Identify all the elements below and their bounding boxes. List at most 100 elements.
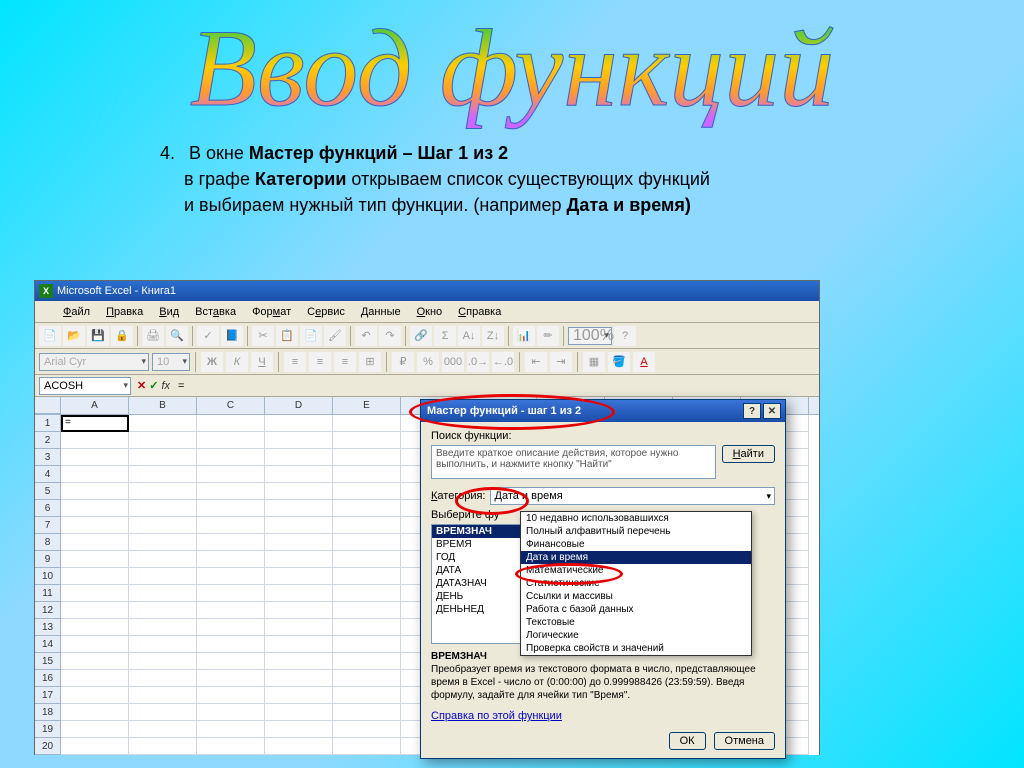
cell[interactable]: [129, 517, 197, 534]
menu-view[interactable]: Вид: [153, 304, 185, 320]
cell[interactable]: [61, 432, 129, 449]
cell[interactable]: [129, 738, 197, 755]
cell[interactable]: [265, 483, 333, 500]
menu-edit[interactable]: Правка: [100, 304, 149, 320]
cell[interactable]: [333, 738, 401, 755]
col-header[interactable]: E: [333, 397, 401, 414]
col-header[interactable]: D: [265, 397, 333, 414]
cell[interactable]: [265, 738, 333, 755]
cell[interactable]: [61, 466, 129, 483]
dropdown-item[interactable]: Математические: [521, 564, 751, 577]
underline-icon[interactable]: Ч: [251, 352, 273, 372]
cell[interactable]: [265, 432, 333, 449]
cell[interactable]: [197, 415, 265, 432]
cell[interactable]: [265, 721, 333, 738]
increase-decimal-icon[interactable]: .0→: [467, 352, 489, 372]
cell[interactable]: [197, 721, 265, 738]
row-header[interactable]: 4: [35, 466, 61, 483]
cell[interactable]: [61, 653, 129, 670]
cell[interactable]: [61, 602, 129, 619]
font-size-combo[interactable]: 10: [152, 353, 190, 371]
preview-icon[interactable]: 🔍: [166, 326, 188, 346]
row-header[interactable]: 10: [35, 568, 61, 585]
search-input[interactable]: Введите краткое описание действия, котор…: [431, 445, 716, 479]
cell[interactable]: [265, 500, 333, 517]
row-header[interactable]: 2: [35, 432, 61, 449]
research-icon[interactable]: 📘: [221, 326, 243, 346]
category-dropdown[interactable]: 10 недавно использовавшихсяПолный алфави…: [520, 511, 752, 656]
cell[interactable]: [129, 432, 197, 449]
align-left-icon[interactable]: ≡: [284, 352, 306, 372]
cell[interactable]: [265, 449, 333, 466]
cell[interactable]: [265, 517, 333, 534]
cell[interactable]: [61, 704, 129, 721]
cell[interactable]: [129, 534, 197, 551]
new-icon[interactable]: 📄: [39, 326, 61, 346]
help-link[interactable]: Справка по этой функции: [431, 710, 562, 722]
cell[interactable]: [197, 517, 265, 534]
row-header[interactable]: 14: [35, 636, 61, 653]
cell[interactable]: [197, 738, 265, 755]
cell[interactable]: [197, 500, 265, 517]
autosum-icon[interactable]: Σ: [434, 326, 456, 346]
print-icon[interactable]: 🖨: [142, 326, 164, 346]
decrease-decimal-icon[interactable]: ←.0: [492, 352, 514, 372]
paste-icon[interactable]: 📄: [300, 326, 322, 346]
sort-desc-icon[interactable]: Z↓: [482, 326, 504, 346]
menu-tools[interactable]: Сервис: [301, 304, 351, 320]
dropdown-item[interactable]: Статистические: [521, 577, 751, 590]
cell[interactable]: [197, 568, 265, 585]
menu-help[interactable]: Справка: [452, 304, 507, 320]
zoom-combo[interactable]: 100%: [568, 327, 612, 345]
row-header[interactable]: 12: [35, 602, 61, 619]
cell[interactable]: [265, 636, 333, 653]
italic-icon[interactable]: К: [226, 352, 248, 372]
cell[interactable]: [333, 534, 401, 551]
font-name-combo[interactable]: Arial Cyr: [39, 353, 149, 371]
cell[interactable]: [129, 466, 197, 483]
dropdown-item[interactable]: Полный алфавитный перечень: [521, 525, 751, 538]
cell[interactable]: [129, 636, 197, 653]
help-icon[interactable]: ?: [614, 326, 636, 346]
ok-button[interactable]: ОК: [669, 732, 706, 750]
select-all-corner[interactable]: [35, 397, 61, 414]
cell[interactable]: [61, 670, 129, 687]
cell[interactable]: [333, 551, 401, 568]
cell[interactable]: [333, 653, 401, 670]
cell[interactable]: =: [61, 415, 129, 432]
cell[interactable]: [197, 466, 265, 483]
hyperlink-icon[interactable]: 🔗: [410, 326, 432, 346]
cell[interactable]: [129, 653, 197, 670]
cell[interactable]: [265, 619, 333, 636]
col-header[interactable]: B: [129, 397, 197, 414]
col-header[interactable]: A: [61, 397, 129, 414]
close-icon[interactable]: ✕: [763, 403, 781, 419]
cell[interactable]: [61, 483, 129, 500]
cell[interactable]: [265, 687, 333, 704]
dropdown-item[interactable]: Финансовые: [521, 538, 751, 551]
cell[interactable]: [333, 670, 401, 687]
decrease-indent-icon[interactable]: ⇤: [525, 352, 547, 372]
row-header[interactable]: 15: [35, 653, 61, 670]
cell[interactable]: [265, 653, 333, 670]
cell[interactable]: [197, 670, 265, 687]
cell[interactable]: [197, 619, 265, 636]
cell[interactable]: [265, 568, 333, 585]
cell[interactable]: [197, 551, 265, 568]
row-header[interactable]: 17: [35, 687, 61, 704]
save-icon[interactable]: 💾: [87, 326, 109, 346]
cell[interactable]: [129, 449, 197, 466]
undo-icon[interactable]: ↶: [355, 326, 377, 346]
cell[interactable]: [333, 483, 401, 500]
enter-formula-icon[interactable]: ✓: [149, 379, 158, 392]
menu-data[interactable]: Данные: [355, 304, 407, 320]
row-header[interactable]: 13: [35, 619, 61, 636]
cell[interactable]: [61, 500, 129, 517]
cell[interactable]: [129, 704, 197, 721]
row-header[interactable]: 18: [35, 704, 61, 721]
merge-icon[interactable]: ⊞: [359, 352, 381, 372]
cell[interactable]: [333, 602, 401, 619]
menu-window[interactable]: Окно: [411, 304, 449, 320]
cell[interactable]: [333, 636, 401, 653]
cell[interactable]: [61, 534, 129, 551]
